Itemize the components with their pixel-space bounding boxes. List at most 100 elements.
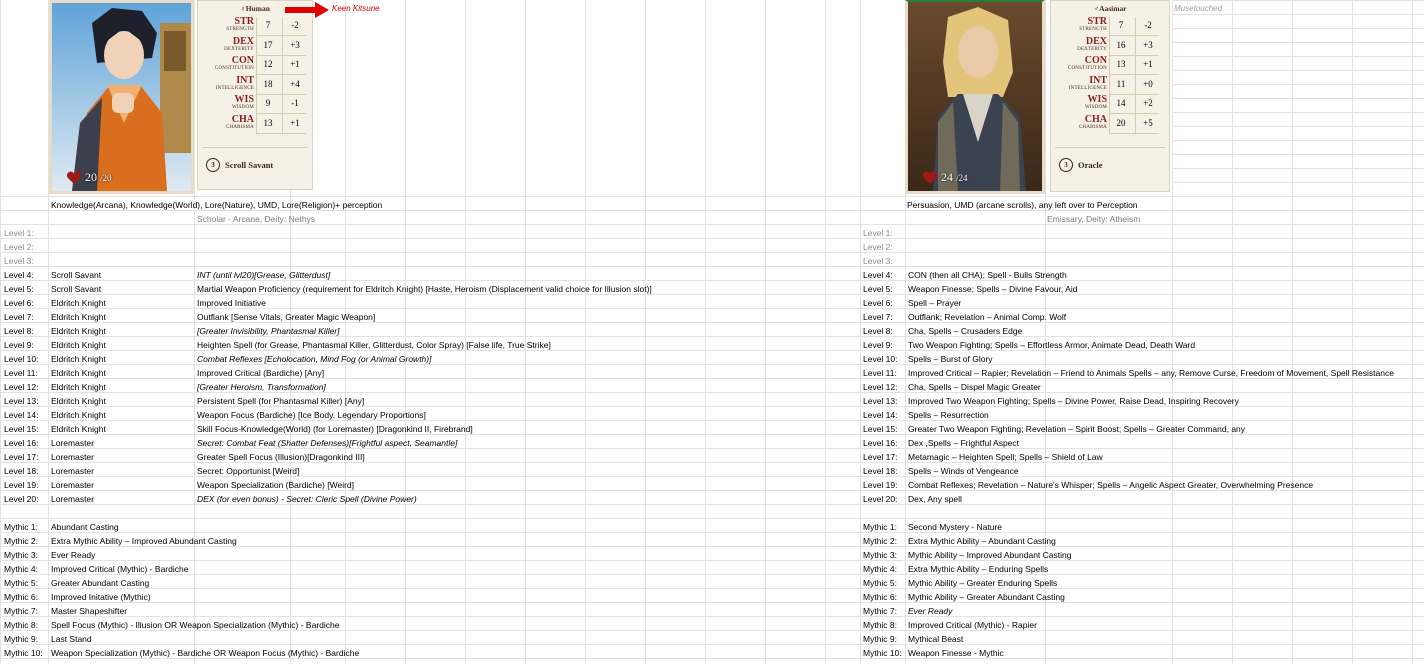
level-label[interactable]: Level 4:	[863, 268, 893, 282]
level-label[interactable]: Level 19:	[4, 478, 39, 492]
level-choice[interactable]: Outflank; Revelation – Animal Comp. Wolf	[908, 310, 1066, 324]
mythic-choice[interactable]: Abundant Casting	[51, 520, 119, 534]
level-choice[interactable]: Spell – Prayer	[908, 296, 961, 310]
mythic-choice[interactable]: Mythical Beast	[908, 632, 963, 646]
mythic-label[interactable]: Mythic 6:	[863, 590, 897, 604]
mythic-label[interactable]: Mythic 10:	[4, 646, 43, 660]
level-class[interactable]: Eldritch Knight	[51, 338, 106, 352]
mythic-label[interactable]: Mythic 5:	[4, 576, 38, 590]
mythic-choice[interactable]: Spell Focus (Mythic) - Illusion OR Weapo…	[51, 618, 339, 632]
level-label[interactable]: Level 8:	[4, 324, 34, 338]
mythic-label[interactable]: Mythic 3:	[4, 548, 38, 562]
mythic-label[interactable]: Mythic 4:	[4, 562, 38, 576]
mythic-label[interactable]: Mythic 7:	[863, 604, 897, 618]
level-label[interactable]: Level 16:	[863, 436, 898, 450]
level-class[interactable]: Loremaster	[51, 464, 94, 478]
level-label[interactable]: Level 18:	[4, 464, 39, 478]
mythic-choice[interactable]: Improved Initative (Mythic)	[51, 590, 151, 604]
level-choice[interactable]: Spells – Burst of Glory	[908, 352, 993, 366]
level-choice[interactable]: Improved Critical (Bardiche) [Any]	[197, 366, 324, 380]
level-choice[interactable]: Two Weapon Fighting; Spells – Effortless…	[908, 338, 1195, 352]
level-label[interactable]: Level 12:	[863, 380, 898, 394]
mythic-choice[interactable]: Last Stand	[51, 632, 92, 646]
skills-left[interactable]: Knowledge(Arcana), Knowledge(World), Lor…	[51, 198, 382, 212]
mythic-choice[interactable]: Master Shapeshifter	[51, 604, 127, 618]
mythic-choice[interactable]: Improved Critical (Mythic) - Rapier	[908, 618, 1037, 632]
mythic-choice[interactable]: Mythic Ability – Greater Abundant Castin…	[908, 590, 1065, 604]
mythic-choice[interactable]: Extra Mythic Ability – Abundant Casting	[908, 534, 1056, 548]
level-label[interactable]: Level 5:	[4, 282, 34, 296]
mythic-choice[interactable]: Second Mystery - Nature	[908, 520, 1002, 534]
level-class[interactable]: Loremaster	[51, 492, 94, 506]
level-class[interactable]: Eldritch Knight	[51, 296, 106, 310]
level-class[interactable]: Eldritch Knight	[51, 324, 106, 338]
mythic-label[interactable]: Mythic 1:	[4, 520, 38, 534]
level-label[interactable]: Level 1:	[4, 226, 34, 240]
level-label[interactable]: Level 12:	[4, 380, 39, 394]
level-choice[interactable]: Cha, Spells – Dispel Magic Greater	[908, 380, 1041, 394]
level-label[interactable]: Level 18:	[863, 464, 898, 478]
level-class[interactable]: Loremaster	[51, 436, 94, 450]
level-label[interactable]: Level 15:	[4, 422, 39, 436]
level-label[interactable]: Level 15:	[863, 422, 898, 436]
level-label[interactable]: Level 10:	[4, 352, 39, 366]
level-choice[interactable]: Spells – Winds of Vengeance	[908, 464, 1019, 478]
level-choice[interactable]: Improved Initiative	[197, 296, 266, 310]
mythic-choice[interactable]: Extra Mythic Ability – Improved Abundant…	[51, 534, 237, 548]
level-choice[interactable]: Improved Critical – Rapier; Revelation –…	[908, 366, 1394, 380]
mythic-choice[interactable]: Extra Mythic Ability – Enduring Spells	[908, 562, 1048, 576]
mythic-label[interactable]: Mythic 5:	[863, 576, 897, 590]
level-label[interactable]: Level 14:	[4, 408, 39, 422]
level-class[interactable]: Eldritch Knight	[51, 422, 106, 436]
skills-right[interactable]: Persuasion, UMD (arcane scrolls), any le…	[907, 198, 1138, 212]
level-label[interactable]: Level 6:	[4, 296, 34, 310]
level-label[interactable]: Level 20:	[863, 492, 898, 506]
level-choice[interactable]: Cha, Spells – Crusaders Edge	[908, 324, 1022, 338]
level-label[interactable]: Level 17:	[4, 450, 39, 464]
level-class[interactable]: Eldritch Knight	[51, 366, 106, 380]
level-choice[interactable]: Spells – Resurrection	[908, 408, 989, 422]
mythic-choice[interactable]: Ever Ready	[908, 604, 952, 618]
mythic-label[interactable]: Mythic 9:	[4, 632, 38, 646]
level-label[interactable]: Level 19:	[863, 478, 898, 492]
level-choice[interactable]: Persistent Spell (for Phantasmal Killer)…	[197, 394, 364, 408]
mythic-label[interactable]: Mythic 9:	[863, 632, 897, 646]
mythic-label[interactable]: Mythic 1:	[863, 520, 897, 534]
level-choice[interactable]: [Greater Invisibility, Phantasmal Killer…	[197, 324, 340, 338]
level-choice[interactable]: Dex ,Spells – Frightful Aspect	[908, 436, 1019, 450]
level-choice[interactable]: Greater Spell Focus (Illusion)[Dragonkin…	[197, 450, 365, 464]
mythic-choice[interactable]: Mythic Ability – Greater Enduring Spells	[908, 576, 1057, 590]
mythic-label[interactable]: Mythic 7:	[4, 604, 38, 618]
level-label[interactable]: Level 8:	[863, 324, 893, 338]
level-choice[interactable]: Secret: Opportunist [Weird]	[197, 464, 299, 478]
level-choice[interactable]: INT (until lvl20)[Grease, Glitterdust]	[197, 268, 330, 282]
level-choice[interactable]: DEX (for even bonus) - Secret: Cleric Sp…	[197, 492, 417, 506]
level-choice[interactable]: Dex, Any spell	[908, 492, 962, 506]
mythic-choice[interactable]: Greater Abundant Casting	[51, 576, 149, 590]
level-label[interactable]: Level 7:	[863, 310, 893, 324]
mythic-label[interactable]: Mythic 10:	[863, 646, 902, 660]
level-label[interactable]: Level 11:	[4, 366, 38, 380]
mythic-choice[interactable]: Improved Critical (Mythic) - Bardiche	[51, 562, 188, 576]
level-choice[interactable]: Outflank [Sense Vitals, Greater Magic We…	[197, 310, 375, 324]
level-choice[interactable]: Combat Reflexes [Echolocation, Mind Fog …	[197, 352, 431, 366]
level-label[interactable]: Level 5:	[863, 282, 893, 296]
level-label[interactable]: Level 10:	[863, 352, 898, 366]
mythic-label[interactable]: Mythic 4:	[863, 562, 897, 576]
level-label[interactable]: Level 1:	[863, 226, 893, 240]
level-choice[interactable]: Improved Two Weapon Fighting; Spells – D…	[908, 394, 1239, 408]
level-label[interactable]: Level 11:	[863, 366, 897, 380]
mythic-choice[interactable]: Ever Ready	[51, 548, 95, 562]
level-label[interactable]: Level 13:	[863, 394, 898, 408]
level-label[interactable]: Level 20:	[4, 492, 39, 506]
level-choice[interactable]: [Greater Heroism, Transformation]	[197, 380, 326, 394]
level-label[interactable]: Level 3:	[4, 254, 34, 268]
mythic-label[interactable]: Mythic 8:	[4, 618, 38, 632]
level-choice[interactable]: Weapon Specialization (Bardiche) [Weird]	[197, 478, 354, 492]
mythic-choice[interactable]: Mythic Ability – Improved Abundant Casti…	[908, 548, 1071, 562]
level-choice[interactable]: Martial Weapon Proficiency (requirement …	[197, 282, 652, 296]
level-class[interactable]: Eldritch Knight	[51, 394, 106, 408]
level-label[interactable]: Level 2:	[863, 240, 893, 254]
level-label[interactable]: Level 9:	[863, 338, 893, 352]
level-class[interactable]: Loremaster	[51, 478, 94, 492]
